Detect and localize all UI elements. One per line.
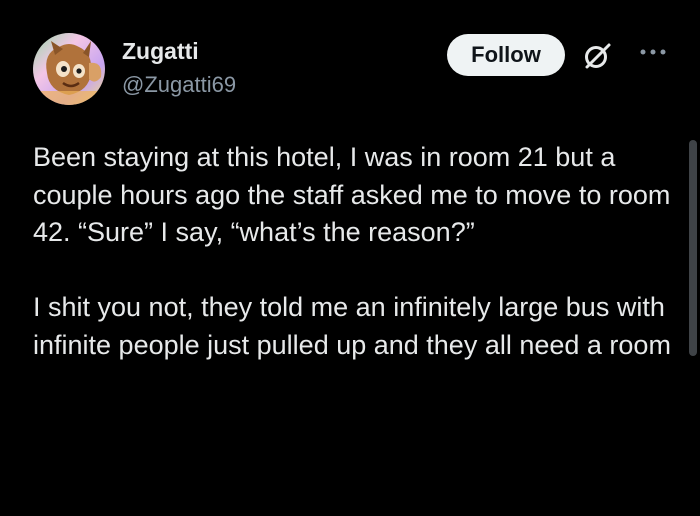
follow-button[interactable]: Follow <box>447 34 565 76</box>
tweet-paragraph: Been staying at this hotel, I was in roo… <box>33 142 671 247</box>
avatar-cartoon-fox-icon <box>33 33 105 105</box>
slashed-circle-icon[interactable] <box>580 38 616 74</box>
avatar[interactable] <box>33 33 105 105</box>
scrollbar-thumb[interactable] <box>689 140 697 356</box>
tweet-paragraph: I shit you not, they told me an infinite… <box>33 292 671 360</box>
tweet-text: Been staying at this hotel, I was in roo… <box>33 139 673 364</box>
tweet-card: Zugatti @Zugatti69 Follow Been staying a… <box>0 0 700 516</box>
more-dots-icon[interactable] <box>638 40 668 64</box>
author-display-name[interactable]: Zugatti <box>122 38 199 65</box>
author-handle[interactable]: @Zugatti69 <box>122 72 236 98</box>
